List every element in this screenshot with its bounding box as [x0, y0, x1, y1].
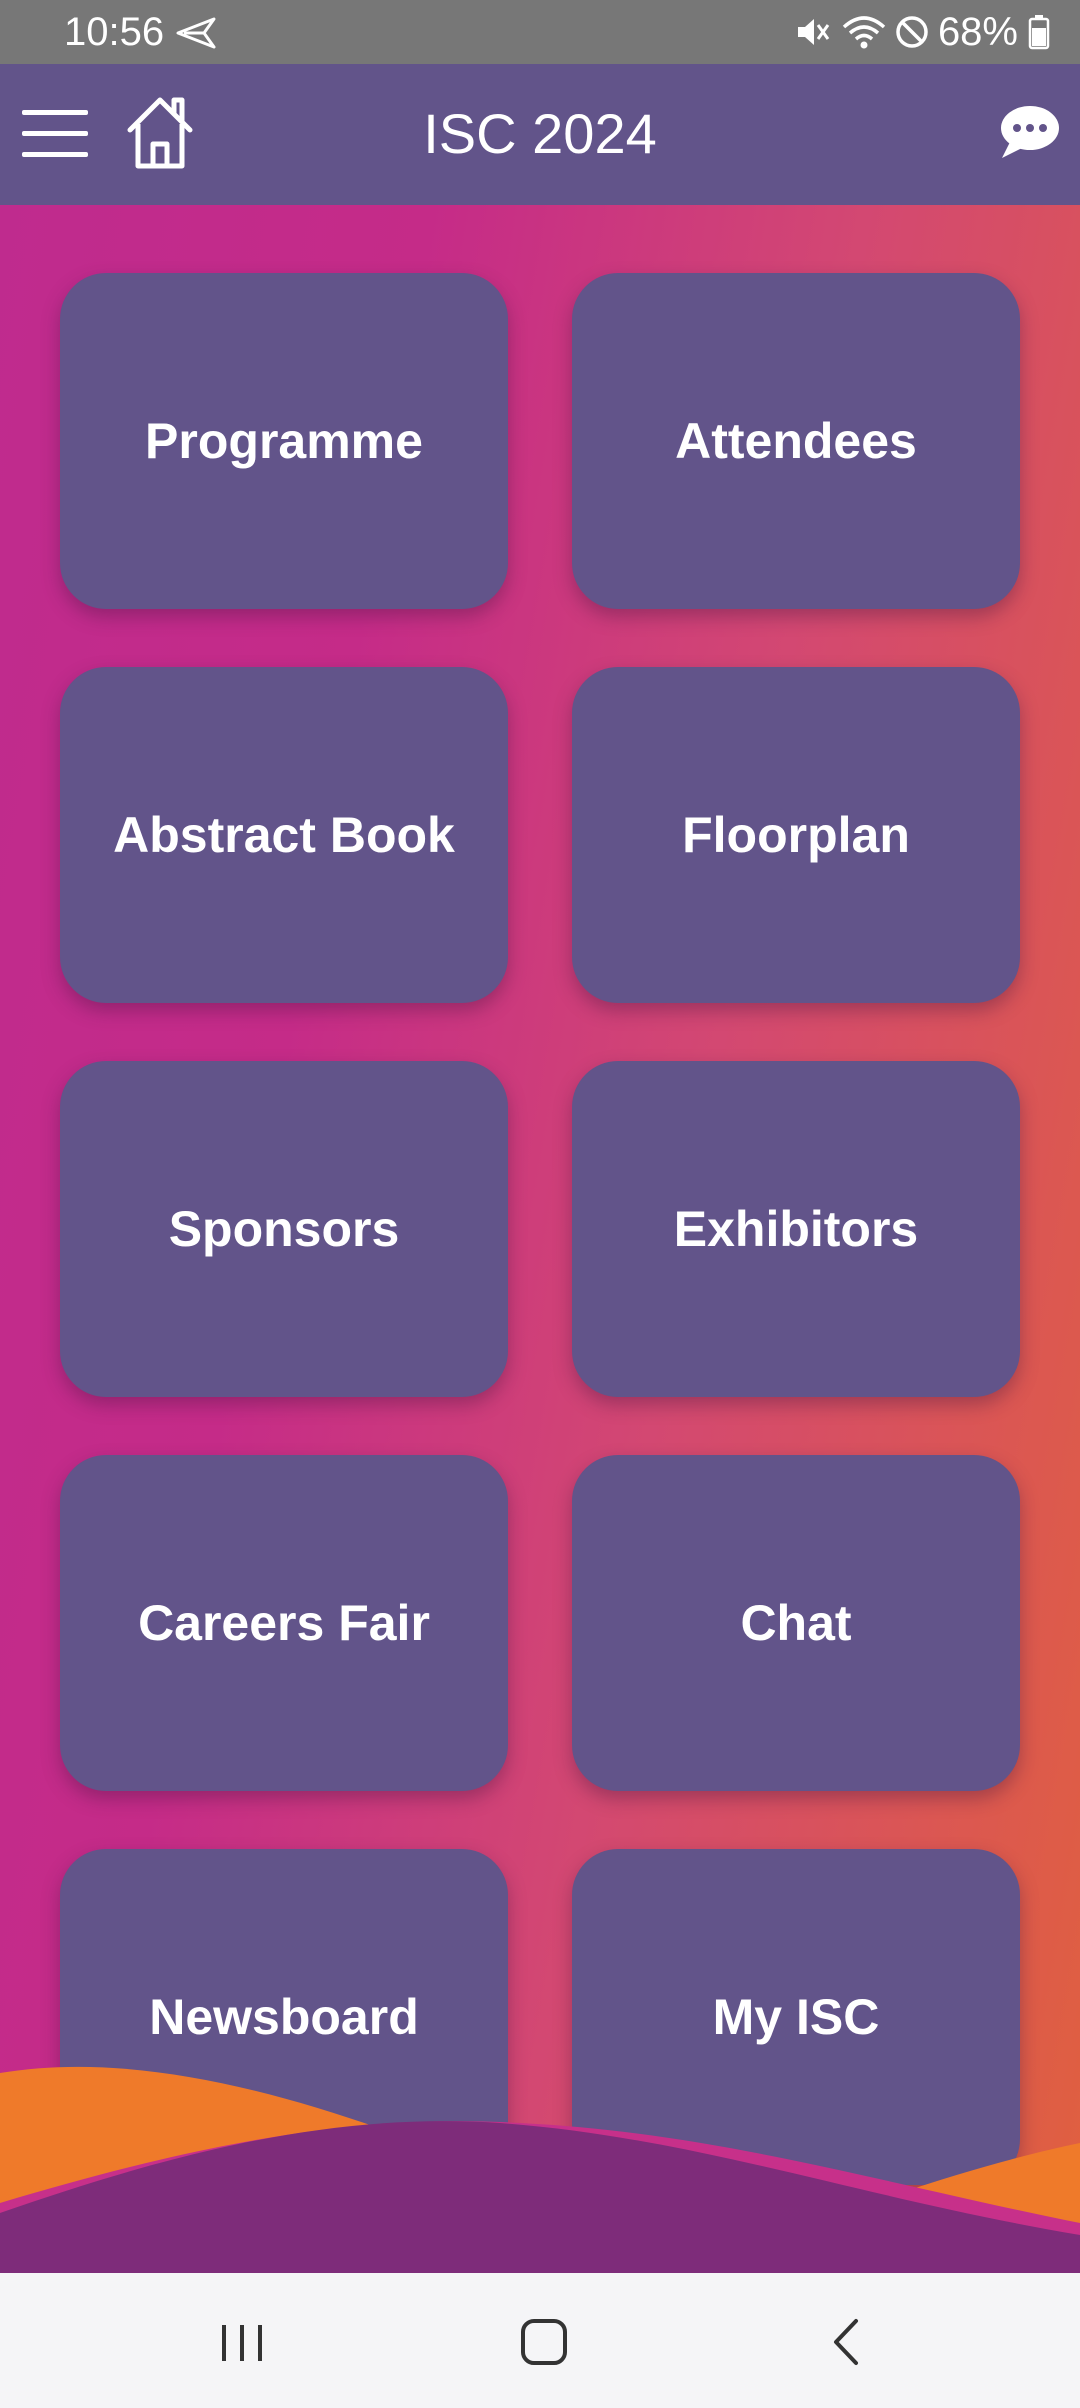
chat-bubble-icon[interactable] [998, 102, 1062, 162]
status-bar: 10:56 68% [0, 0, 1080, 64]
status-icons: 68% [794, 10, 1050, 54]
tile-attendees[interactable]: Attendees [572, 273, 1020, 609]
tile-chat[interactable]: Chat [572, 1455, 1020, 1791]
tile-floorplan[interactable]: Floorplan [572, 667, 1020, 1003]
dashboard-grid: Programme Attendees Abstract Book Floorp… [0, 205, 1080, 2273]
do-not-disturb-icon [896, 16, 928, 48]
system-nav-bar [0, 2273, 1080, 2408]
battery-percent: 68% [937, 10, 1018, 54]
app-title: ISC 2024 [423, 102, 657, 165]
tile-label: Attendees [675, 413, 917, 469]
battery-icon [1028, 15, 1050, 50]
tile-sponsors[interactable]: Sponsors [60, 1061, 508, 1397]
mute-icon [797, 19, 830, 45]
home-circle-icon[interactable] [504, 2309, 584, 2373]
back-icon[interactable] [806, 2309, 886, 2373]
recents-icon[interactable] [202, 2309, 282, 2373]
app-bar: ISC 2024 [0, 64, 1080, 205]
tile-label: Sponsors [168, 1201, 400, 1257]
decorative-waves [0, 2066, 1080, 2273]
tile-label: Abstract Book [113, 807, 455, 863]
send-icon [176, 17, 216, 49]
tile-label: Floorplan [682, 807, 910, 863]
tile-careers-fair[interactable]: Careers Fair [60, 1455, 508, 1791]
tile-abstract-book[interactable]: Abstract Book [60, 667, 508, 1003]
wifi-icon [842, 16, 886, 49]
tile-programme[interactable]: Programme [60, 273, 508, 609]
tile-label: Exhibitors [673, 1201, 919, 1257]
tile-exhibitors[interactable]: Exhibitors [572, 1061, 1020, 1397]
tile-label: Programme [145, 413, 423, 469]
status-time: 10:56 [64, 10, 165, 54]
tile-label: Chat [740, 1595, 852, 1651]
tile-label: Careers Fair [138, 1595, 430, 1651]
